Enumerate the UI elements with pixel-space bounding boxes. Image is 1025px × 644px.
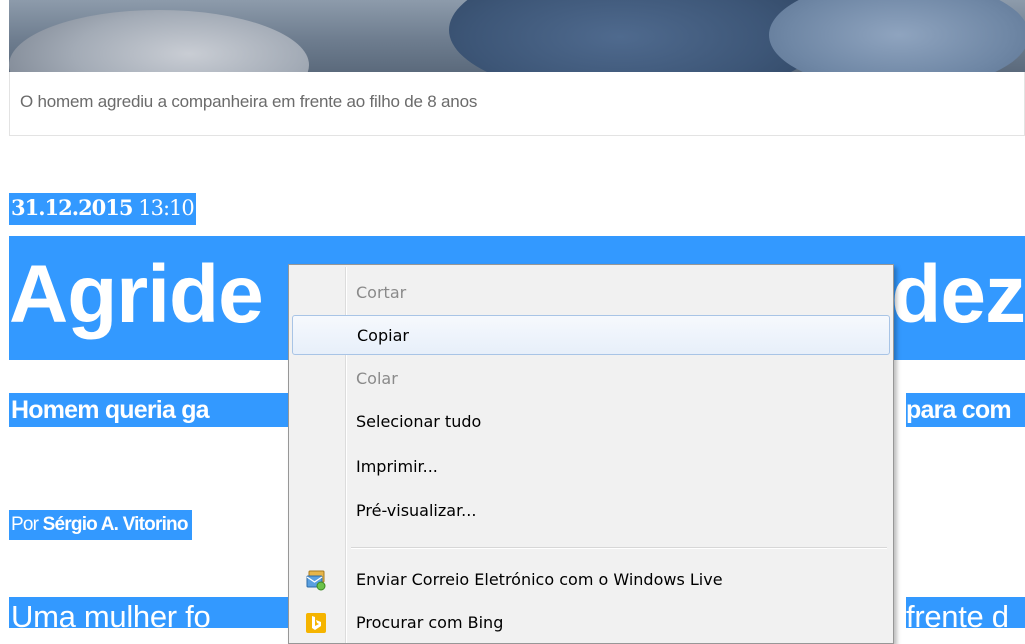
menu-item-label: Cortar bbox=[356, 283, 407, 302]
menu-item-send-email[interactable]: Enviar Correio Eletrónico com o Windows … bbox=[292, 560, 890, 600]
article-byline: Por Sérgio A. Vitorino bbox=[9, 510, 192, 540]
article-lead-right: frente d bbox=[906, 597, 1025, 628]
bing-icon bbox=[305, 612, 327, 634]
date-value: 31.12.2015 bbox=[11, 195, 134, 220]
menu-item-print-preview[interactable]: Pré-visualizar... bbox=[292, 491, 890, 531]
menu-item-label: Pré-visualizar... bbox=[356, 501, 477, 520]
title-right-fragment: dez bbox=[891, 249, 1025, 340]
menu-item-label: Procurar com Bing bbox=[356, 613, 504, 632]
photo-caption-box: O homem agrediu a companheira em frente … bbox=[9, 72, 1025, 136]
context-menu: Cortar Copiar Colar Selecionar tudo Impr… bbox=[288, 264, 894, 644]
menu-item-search-bing[interactable]: Procurar com Bing bbox=[292, 603, 890, 643]
menu-item-cut[interactable]: Cortar bbox=[292, 273, 890, 313]
menu-item-print[interactable]: Imprimir... bbox=[292, 447, 890, 487]
menu-item-label: Imprimir... bbox=[356, 457, 438, 476]
title-left-fragment: Agride bbox=[9, 249, 264, 340]
menu-item-paste[interactable]: Colar bbox=[292, 359, 890, 399]
menu-item-select-all[interactable]: Selecionar tudo bbox=[292, 402, 890, 442]
menu-item-label: Colar bbox=[356, 369, 398, 388]
menu-separator bbox=[351, 547, 887, 549]
time-value: 13:10 bbox=[138, 196, 195, 220]
byline-author[interactable]: Sérgio A. Vitorino bbox=[43, 514, 189, 535]
menu-item-label: Selecionar tudo bbox=[356, 412, 482, 431]
windows-live-mail-icon bbox=[305, 569, 327, 591]
menu-item-label: Copiar bbox=[357, 326, 409, 345]
article-subtitle-left: Homem queria ga bbox=[9, 393, 293, 427]
menu-item-label: Enviar Correio Eletrónico com o Windows … bbox=[356, 570, 723, 589]
article-lead-left: Uma mulher fo bbox=[9, 597, 293, 628]
article-date: 31.12.2015 13:10 bbox=[9, 193, 196, 225]
byline-prefix: Por bbox=[11, 514, 39, 535]
article-subtitle-right: para com bbox=[906, 393, 1025, 427]
photo-caption: O homem agrediu a companheira em frente … bbox=[20, 92, 478, 111]
menu-item-copy[interactable]: Copiar bbox=[292, 315, 890, 355]
article-photo bbox=[9, 0, 1025, 72]
